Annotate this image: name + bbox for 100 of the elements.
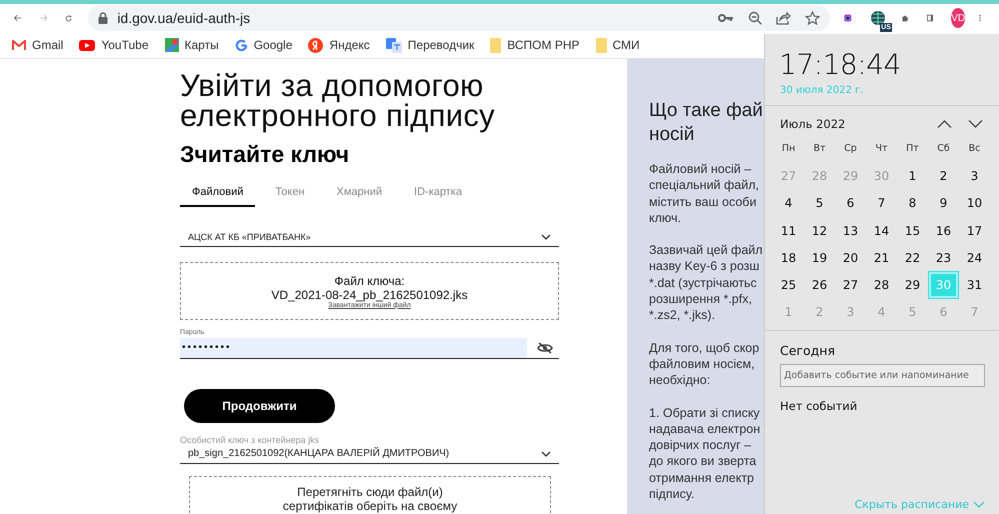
calendar-day[interactable]: 28 <box>867 272 896 298</box>
share-icon[interactable] <box>776 11 792 25</box>
info-text-line: містить ваш особи <box>649 194 758 210</box>
calendar-day[interactable]: 12 <box>805 218 834 244</box>
section-heading: Зчитайте ключ <box>180 141 350 168</box>
info-text-line: отримання електр <box>649 470 755 486</box>
chevron-down-icon <box>973 501 985 508</box>
calendar-day[interactable]: 23 <box>929 245 958 270</box>
info-text-line: спеціальний файл, <box>649 177 760 194</box>
weekday-label: Пт <box>905 142 920 156</box>
map-icon <box>164 38 178 52</box>
password-field[interactable]: ••••••••• <box>180 338 527 358</box>
calendar-day[interactable]: 22 <box>898 245 927 270</box>
calendar-day[interactable]: 21 <box>867 245 896 270</box>
calendar-day[interactable]: 15 <box>898 218 927 244</box>
circle-logo-icon <box>308 38 324 52</box>
calendar-day[interactable]: 8 <box>898 190 927 216</box>
key-type-tab[interactable]: ID-картка <box>402 182 474 207</box>
month-label[interactable]: Июль 2022 <box>780 117 846 131</box>
today-label: Сегодня <box>779 342 836 358</box>
calendar-day[interactable]: 7 <box>867 190 896 216</box>
certificate-drop-area[interactable]: Перетягніть сюди файл(и) сертифікатів оберіть на своєму <box>189 476 551 513</box>
globe-icon[interactable] <box>870 10 886 26</box>
bookmark[interactable]: Google <box>234 38 292 52</box>
info-text-line: необхідно: <box>649 372 712 389</box>
calendar-day[interactable]: 24 <box>960 245 989 270</box>
file-label: Файл ключа: <box>334 274 405 288</box>
file-name: VD_2021-08-24_pb_2162501092.jks <box>271 288 468 302</box>
calendar-day[interactable]: 3 <box>960 163 989 189</box>
calendar-day[interactable]: 31 <box>960 272 989 298</box>
info-text-line: ключ. <box>649 210 682 226</box>
info-text-line: файловим носієм, <box>649 356 756 372</box>
chevron-down-icon <box>541 234 551 240</box>
info-text-line: Файловий носій – <box>649 161 752 178</box>
calendar-day[interactable]: 11 <box>774 218 803 244</box>
provider-select[interactable]: АЦСК АТ КБ «ПРИВАТБАНК» <box>180 232 559 247</box>
calendar-day[interactable]: 26 <box>805 272 834 298</box>
calendar-day[interactable]: 5 <box>805 190 834 216</box>
no-events-text: Нет событий <box>779 398 858 414</box>
key-type-tab[interactable]: Токен <box>263 182 317 207</box>
page-title: Увійти за допомогою електронного підпису <box>180 71 496 131</box>
url-text: id.gov.ua/euid-auth-js <box>117 10 250 26</box>
star-icon[interactable] <box>805 11 820 25</box>
weekday-label: Пн <box>780 142 796 156</box>
translate-icon <box>386 38 402 52</box>
calendar-day[interactable]: 27 <box>836 272 865 298</box>
calendar-day[interactable]: 9 <box>929 190 958 216</box>
info-text-line: *.dat (зустрічаютьс <box>649 274 758 292</box>
key-type-tab[interactable]: Хмарний <box>324 182 394 207</box>
zoom-out-icon[interactable] <box>748 11 762 25</box>
drop-hint-line: сертифікатів оберіть на своєму <box>282 499 458 513</box>
bookmark[interactable]: ВСПОМ PHP <box>490 38 580 52</box>
key-select[interactable]: pb_sign_2162501092(КАНЦАРА ВАЛЕРІЙ ДМИТРОВИЧ) <box>180 448 559 464</box>
calendar-day[interactable]: 1 <box>898 163 927 189</box>
play-icon <box>79 40 96 50</box>
g-logo-icon <box>234 38 248 52</box>
info-text-line: назву Key-6 з розш <box>649 258 760 275</box>
calendar-day[interactable]: 10 <box>960 190 989 216</box>
drop-hint-line: Перетягніть сюди файл(и) <box>297 485 443 499</box>
calendar-day[interactable]: 6 <box>836 190 865 216</box>
continue-button[interactable]: Продовжити <box>184 389 335 423</box>
calendar-day[interactable]: 4 <box>774 190 803 216</box>
calendar-day[interactable]: 29 <box>898 272 927 298</box>
folder-icon <box>490 38 502 52</box>
eye-slash-icon[interactable] <box>537 342 553 354</box>
bookmark[interactable]: Gmail <box>12 38 64 52</box>
calendar-day[interactable]: 20 <box>836 245 865 270</box>
weekday-label: Сб <box>936 142 951 156</box>
key-type-tab[interactable]: Файловий <box>180 182 256 207</box>
info-text-line: надавача електрон <box>649 420 762 438</box>
calendar-day[interactable]: 19 <box>805 245 834 270</box>
envelope-icon <box>12 40 26 50</box>
bookmark[interactable]: Карты <box>164 38 219 52</box>
chevron-up-icon[interactable] <box>937 120 952 128</box>
chevron-down-icon[interactable] <box>968 120 983 128</box>
profile-avatar[interactable]: VD <box>951 8 966 28</box>
calendar-day[interactable]: 13 <box>836 218 865 244</box>
address-bar[interactable]: id.gov.ua/euid-auth-js <box>88 5 830 31</box>
bookmark[interactable]: Яндекс <box>308 38 370 52</box>
info-text-line: до якого ви зверта <box>649 453 758 470</box>
event-input-field[interactable]: Добавить событие или напоминание <box>780 364 985 388</box>
calendar-day[interactable]: 16 <box>929 218 958 244</box>
info-text-line: 1. Обрати зі списку <box>649 404 761 421</box>
calendar-day[interactable]: 18 <box>774 245 803 270</box>
info-text-line: підпису. <box>649 486 696 502</box>
bookmark[interactable]: СМИ <box>596 38 640 52</box>
info-text-line: довірчих послуг – <box>649 437 752 454</box>
bookmark[interactable]: Переводчик <box>386 38 474 52</box>
key-icon[interactable] <box>718 13 734 23</box>
calendar-day[interactable]: 25 <box>774 272 803 298</box>
bookmark[interactable]: YouTube <box>79 38 148 52</box>
calendar-day[interactable]: 2 <box>929 163 958 189</box>
info-text-line: розширення *.pfx, <box>649 291 753 308</box>
key-select-label: Особистий ключ з контейнера jks <box>180 435 320 445</box>
weekday-label: Вс <box>968 142 982 156</box>
calendar-day[interactable]: 14 <box>867 218 896 244</box>
folder-icon <box>596 38 607 52</box>
info-title-line: Що таке фай <box>649 99 764 123</box>
info-title-line: носій <box>649 123 696 147</box>
calendar-day[interactable]: 17 <box>960 218 989 244</box>
